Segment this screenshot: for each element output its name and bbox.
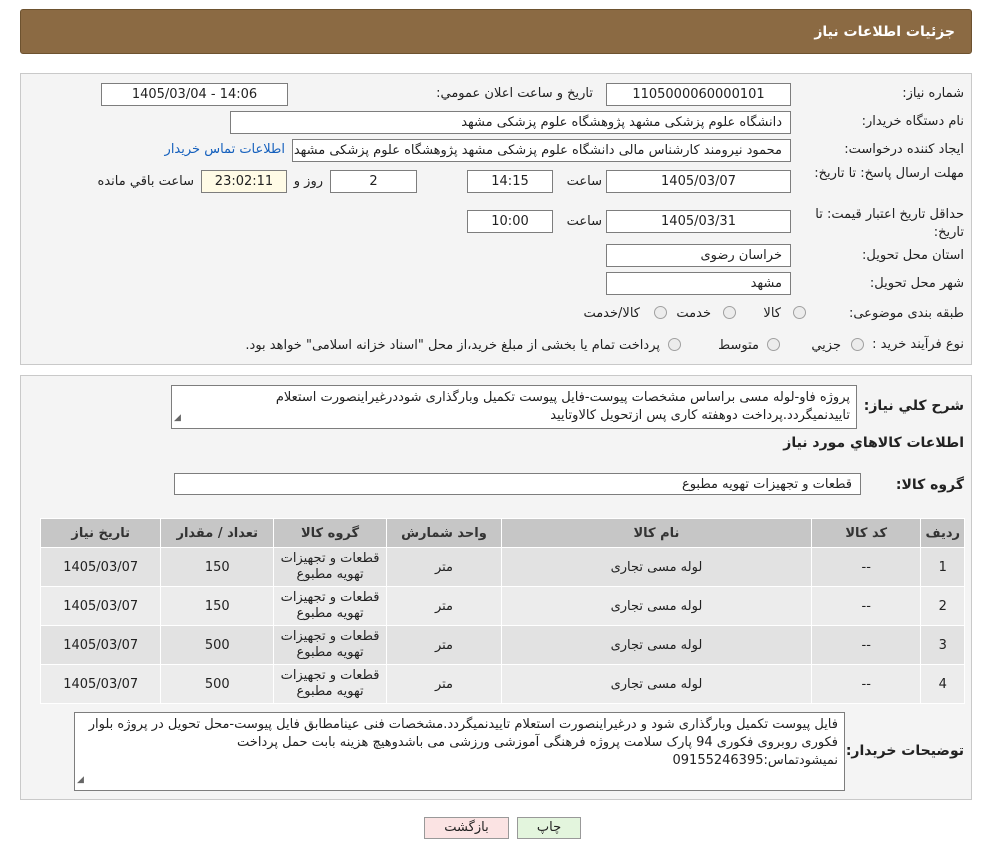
cell-code: -- — [810, 547, 922, 587]
cell-date: 1405/03/07 — [39, 664, 162, 704]
goods-group-label: گروه کالا: — [895, 477, 964, 493]
cell-group: قطعات و تجهیزات تهویه مطبوع — [273, 625, 387, 665]
cell-group: قطعات و تجهیزات تهویه مطبوع — [273, 586, 387, 626]
back-button[interactable]: بازگشت — [424, 817, 509, 839]
cell-name: لوله مسی تجاری — [500, 625, 812, 665]
cell-group: قطعات و تجهیزات تهویه مطبوع — [273, 664, 387, 704]
process-option-medium: متوسط — [718, 338, 759, 353]
validity-date-field: 1405/03/31 — [606, 210, 791, 233]
category-option-goods-service: کالا/خدمت — [583, 306, 640, 321]
deadline-date-field: 1405/03/07 — [606, 170, 791, 193]
process-option-minor: جزیي — [811, 338, 841, 353]
goods-table-header: ردیف کد کالا نام کالا واحد شمارش گروه کا… — [39, 518, 965, 548]
city-label: شهر محل تحویل: — [869, 276, 964, 291]
cell-row: 2 — [920, 586, 965, 626]
process-label: نوع فرآیند خرید : — [872, 337, 964, 352]
city-field: مشهد — [606, 272, 791, 295]
category-radio-goods-service[interactable] — [654, 306, 667, 319]
cell-unit: متر — [385, 625, 502, 665]
need-number-label: شماره نیاز: — [902, 86, 964, 101]
remaining-time-field: 23:02:11 — [201, 170, 287, 193]
cell-group: قطعات و تجهیزات تهویه مطبوع — [273, 547, 387, 587]
buyer-notes-textarea[interactable]: فایل پیوست تکمیل وبارگذاری شود و درغیرای… — [74, 712, 845, 791]
deadline-time-label: ساعت — [566, 174, 602, 189]
cell-row: 3 — [920, 625, 965, 665]
cell-name: لوله مسی تجاری — [500, 586, 812, 626]
col-group: گروه کالا — [273, 518, 387, 548]
print-button[interactable]: چاپ — [517, 817, 581, 839]
buyer-org-label: نام دستگاه خریدار: — [861, 114, 964, 129]
process-radio-treasury[interactable] — [668, 338, 681, 351]
page-header: جزئیات اطلاعات نیاز — [20, 9, 972, 54]
resize-grip-icon[interactable]: ◢ — [77, 771, 84, 789]
creator-field: محمود نیرومند کارشناس مالی دانشگاه علوم … — [292, 139, 791, 162]
cell-quantity: 500 — [160, 625, 275, 665]
summary-text: پروژه فاو-لوله مسی براساس مشخصات پیوست-ف… — [275, 390, 850, 423]
col-date: تاریخ نیاز — [39, 518, 162, 548]
province-label: استان محل تحویل: — [862, 248, 964, 263]
deadline-label: مهلت ارسال پاسخ: تا تاریخ: — [814, 166, 964, 181]
summary-textarea[interactable]: پروژه فاو-لوله مسی براساس مشخصات پیوست-ف… — [171, 385, 857, 429]
cell-code: -- — [810, 664, 922, 704]
col-name: نام کالا — [500, 518, 812, 548]
process-note: پرداخت تمام یا بخشی از مبلغ خرید،از محل … — [245, 338, 660, 353]
category-option-goods: کالا — [763, 306, 781, 321]
table-row: 2 -- لوله مسی تجاری متر قطعات و تجهیزات … — [39, 586, 965, 626]
category-label: طبقه بندی موضوعی: — [848, 306, 964, 321]
buyer-notes-label: توضیحات خریدار: — [845, 743, 964, 759]
cell-unit: متر — [385, 547, 502, 587]
validity-label: حداقل تاریخ اعتبار قیمت: تا تاریخ: — [815, 207, 964, 240]
cell-row: 4 — [920, 664, 965, 704]
table-row: 1 -- لوله مسی تجاری متر قطعات و تجهیزات … — [39, 547, 965, 587]
days-field: 2 — [330, 170, 417, 193]
remaining-label: ساعت باقي مانده — [97, 174, 194, 189]
page-title: جزئیات اطلاعات نیاز — [814, 24, 955, 40]
days-label: روز و — [293, 174, 323, 189]
cell-unit: متر — [385, 586, 502, 626]
cell-row: 1 — [920, 547, 965, 587]
validity-time-label: ساعت — [566, 214, 602, 229]
table-row: 3 -- لوله مسی تجاری متر قطعات و تجهیزات … — [39, 625, 965, 665]
buyer-org-field: دانشگاه علوم پزشکی مشهد پژوهشگاه علوم پز… — [230, 111, 791, 134]
goods-table: ردیف کد کالا نام کالا واحد شمارش گروه کا… — [39, 518, 965, 704]
category-radio-goods[interactable] — [793, 306, 806, 319]
cell-date: 1405/03/07 — [39, 586, 162, 626]
category-option-service: خدمت — [676, 306, 711, 321]
process-radio-minor[interactable] — [851, 338, 864, 351]
summary-label: شرح کلي نیاز: — [863, 398, 964, 414]
deadline-time-field: 14:15 — [467, 170, 553, 193]
goods-section-title: اطلاعات کالاهاي مورد نیاز — [783, 435, 964, 451]
process-radio-medium[interactable] — [767, 338, 780, 351]
need-number-field: 1105000060000101 — [606, 83, 791, 106]
cell-name: لوله مسی تجاری — [500, 664, 812, 704]
cell-date: 1405/03/07 — [39, 625, 162, 665]
province-field: خراسان رضوی — [606, 244, 791, 267]
announce-label: تاریخ و ساعت اعلان عمومي: — [436, 86, 593, 101]
cell-unit: متر — [385, 664, 502, 704]
col-quantity: تعداد / مقدار — [160, 518, 275, 548]
cell-code: -- — [810, 586, 922, 626]
col-unit: واحد شمارش — [385, 518, 502, 548]
cell-code: -- — [810, 625, 922, 665]
creator-label: ایجاد کننده درخواست: — [844, 142, 964, 157]
table-row: 4 -- لوله مسی تجاری متر قطعات و تجهیزات … — [39, 664, 965, 704]
cell-quantity: 150 — [160, 586, 275, 626]
announce-field: 1405/03/04 - 14:06 — [101, 83, 288, 106]
col-code: کد کالا — [810, 518, 922, 548]
cell-quantity: 500 — [160, 664, 275, 704]
cell-name: لوله مسی تجاری — [500, 547, 812, 587]
validity-time-field: 10:00 — [467, 210, 553, 233]
col-row: ردیف — [920, 518, 965, 548]
resize-grip-icon[interactable]: ◢ — [174, 409, 181, 427]
buyer-notes-text: فایل پیوست تکمیل وبارگذاری شود و درغیرای… — [88, 717, 838, 768]
goods-group-field: قطعات و تجهیزات تهویه مطبوع — [174, 473, 861, 495]
cell-quantity: 150 — [160, 547, 275, 587]
category-radio-service[interactable] — [723, 306, 736, 319]
cell-date: 1405/03/07 — [39, 547, 162, 587]
buyer-contact-link[interactable]: اطلاعات تماس خریدار — [165, 142, 285, 157]
